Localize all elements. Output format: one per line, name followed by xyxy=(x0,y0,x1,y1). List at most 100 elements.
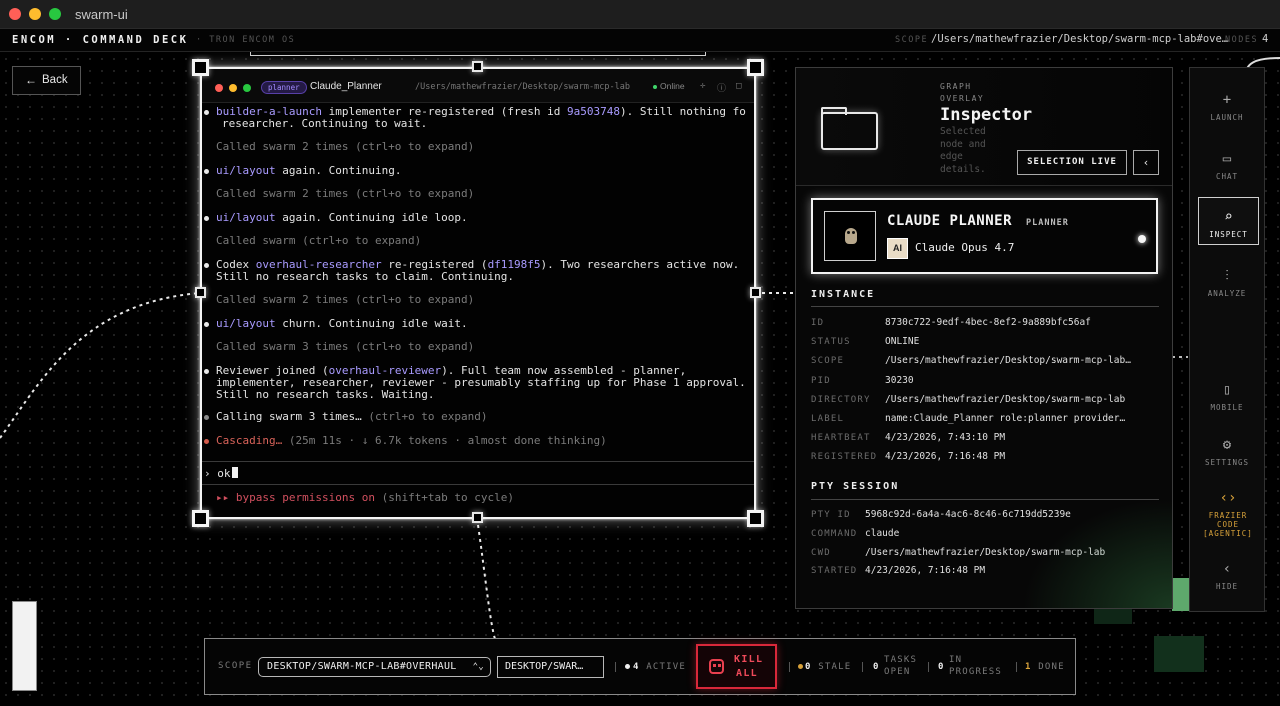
bypass-hint: (shift+tab to cycle) xyxy=(374,491,515,504)
command-deck-header: ENCOM · COMMAND DECK · TRON ENCOM OS SCO… xyxy=(0,29,1280,52)
detail-value[interactable]: 8730c722-9edf-4bec-8ef2-9a889bfc56af xyxy=(885,317,1091,328)
bullet-icon xyxy=(204,415,209,420)
resize-handle-left[interactable] xyxy=(195,287,206,298)
detail-key: CWD xyxy=(811,547,831,558)
terminal-output[interactable]: builder-a-launch implementer re-register… xyxy=(202,103,754,473)
divider xyxy=(862,662,863,672)
info-icon[interactable]: ⓘ xyxy=(717,81,726,94)
terminal-line: Called swarm 2 times (ctrl+o to expand) xyxy=(216,294,474,306)
collapsed-node-card[interactable] xyxy=(12,601,37,691)
terminal-line: Called swarm 2 times (ctrl+o to expand) xyxy=(216,188,474,200)
terminal-line: Called swarm 2 times (ctrl+o to expand) xyxy=(216,141,474,153)
terminal-line: Still no research tasks to claim. Contin… xyxy=(216,271,514,283)
tasks-open-label: TASKS OPEN xyxy=(884,655,918,677)
rail-chat[interactable]: ▭ CHAT xyxy=(1190,150,1264,181)
detail-value[interactable]: 4/23/2026, 7:16:48 PM xyxy=(865,565,985,576)
scope-select[interactable]: DESKTOP/SWARM-MCP-LAB#OVERHAUL ⌃⌄ xyxy=(258,657,491,677)
bullet-icon xyxy=(204,216,209,221)
detail-key: SCOPE xyxy=(811,356,845,367)
terminal-text-span: Still no research tasks. Waiting. xyxy=(216,388,435,401)
done-count: 1 xyxy=(1025,662,1032,672)
terminal-line: Codex overhaul-researcher re-registered … xyxy=(216,259,739,271)
selection-live-button[interactable]: SELECTION LIVE xyxy=(1017,150,1127,175)
done-label: DONE xyxy=(1038,662,1065,672)
detail-value[interactable]: 4/23/2026, 7:43:10 PM xyxy=(885,432,1005,443)
collapse-inspector-button[interactable]: ‹ xyxy=(1133,150,1159,175)
inspector-title: Inspector xyxy=(940,105,1033,125)
tasks-open-count: 0 xyxy=(873,662,880,672)
bullet-icon xyxy=(204,369,209,374)
terminal-close-button[interactable] xyxy=(215,84,223,92)
detail-value[interactable]: /Users/mathewfrazier/Desktop/swarm-mcp-l… xyxy=(885,355,1131,366)
terminal-line: Called swarm 3 times (ctrl+o to expand) xyxy=(216,341,474,353)
crosshair-icon[interactable]: ✛ xyxy=(700,81,705,91)
detail-value[interactable]: claude xyxy=(865,528,899,539)
done-stat: 1 DONE xyxy=(1025,661,1065,673)
resize-handle-top-right[interactable] xyxy=(747,59,764,76)
minimap-block xyxy=(1154,636,1204,672)
kill-all-button[interactable]: KILL ALL xyxy=(696,644,777,689)
terminal-line: ui/layout churn. Continuing idle wait. xyxy=(216,318,468,330)
bottom-scope-label: SCOPE xyxy=(218,661,253,671)
stale-count: 0 xyxy=(805,662,812,672)
terminal-text-span: (ctrl+o to expand) xyxy=(361,410,488,423)
rail-launch[interactable]: + LAUNCH xyxy=(1190,91,1264,122)
terminal-text-span: Calling swarm 3 times… xyxy=(216,410,362,423)
terminal-line: researcher. Continuing to wait. xyxy=(222,118,427,130)
terminal-text-span: Called swarm 2 times (ctrl+o to expand) xyxy=(216,140,475,153)
zoom-window-button[interactable] xyxy=(49,8,61,20)
terminal-line: Still no research tasks. Waiting. xyxy=(216,389,435,401)
resize-handle-top-left[interactable] xyxy=(192,59,209,76)
agent-role: PLANNER xyxy=(1026,218,1069,228)
stale-dot xyxy=(798,664,803,669)
terminal-line: builder-a-launch implementer re-register… xyxy=(216,106,746,118)
prompt-divider-bottom xyxy=(202,484,754,485)
planner-terminal-node[interactable]: planner Claude_Planner /Users/mathewfraz… xyxy=(200,67,756,519)
in-progress-count-wrap: 0 xyxy=(938,661,945,673)
resize-handle-top[interactable] xyxy=(472,61,483,72)
terminal-text-span: Called swarm 2 times (ctrl+o to expand) xyxy=(216,187,475,200)
edge-bottom xyxy=(477,524,496,640)
owl-icon xyxy=(845,228,857,244)
detail-value[interactable]: ONLINE xyxy=(885,336,919,347)
rail-chat-label: CHAT xyxy=(1215,172,1239,181)
resize-handle-bottom-left[interactable] xyxy=(192,510,209,527)
rail-mobile[interactable]: ▯ MOBILE xyxy=(1190,381,1264,412)
inspector-panel: GRAPH OVERLAY Inspector Selected node an… xyxy=(795,67,1173,609)
terminal-maximize-button[interactable] xyxy=(243,84,251,92)
terminal-minimize-button[interactable] xyxy=(229,84,237,92)
in-progress-label: IN PROGRESS xyxy=(949,655,1002,677)
kill-all-label: KILL ALL xyxy=(734,654,764,679)
close-window-button[interactable] xyxy=(9,8,21,20)
detail-key: PTY ID xyxy=(811,510,851,520)
pty-section-header: PTY SESSION xyxy=(811,481,900,492)
detail-value[interactable]: 4/23/2026, 7:16:48 PM xyxy=(885,451,1005,462)
prompt-input-value[interactable]: ok xyxy=(217,467,230,480)
skull-icon xyxy=(709,659,724,674)
terminal-header[interactable]: planner Claude_Planner /Users/mathewfraz… xyxy=(202,69,754,103)
prompt-divider-top xyxy=(202,461,754,462)
back-button[interactable]: ← Back xyxy=(12,66,81,95)
detail-value[interactable]: /Users/mathewfrazier/Desktop/swarm-mcp-l… xyxy=(885,394,1125,405)
terminal-line: ui/layout again. Continuing idle loop. xyxy=(216,212,468,224)
terminal-text-span: ui/layout xyxy=(216,164,276,177)
rail-frazier-code[interactable]: ‹› FRAZIER CODE [AGENTIC] xyxy=(1198,489,1258,538)
resize-handle-bottom[interactable] xyxy=(472,512,483,523)
resize-handle-bottom-right[interactable] xyxy=(747,510,764,527)
agent-status-dot xyxy=(1138,235,1146,243)
detail-value[interactable]: name:Claude_Planner role:planner provide… xyxy=(885,413,1125,424)
terminal-prompt[interactable]: › ok xyxy=(204,467,238,480)
detail-value[interactable]: 30230 xyxy=(885,375,914,386)
expand-icon[interactable]: □ xyxy=(736,81,741,91)
scope-path-chip[interactable]: DESKTOP/SWAR… xyxy=(497,656,604,678)
resize-handle-right[interactable] xyxy=(750,287,761,298)
avatar xyxy=(824,211,876,261)
offscreen-node-edge xyxy=(250,52,706,56)
agent-card[interactable]: CLAUDE PLANNER PLANNER AI Claude Opus 4.… xyxy=(811,198,1158,274)
minimize-window-button[interactable] xyxy=(29,8,41,20)
rail-hide[interactable]: ‹ HIDE xyxy=(1190,560,1264,591)
rail-analyze[interactable]: ⫶ ANALYZE xyxy=(1190,267,1264,298)
rail-inspect[interactable]: ⌕ INSPECT xyxy=(1198,197,1259,245)
rail-settings[interactable]: ⚙ SETTINGS xyxy=(1190,436,1264,467)
terminal-text-span: again. Continuing. xyxy=(275,164,402,177)
